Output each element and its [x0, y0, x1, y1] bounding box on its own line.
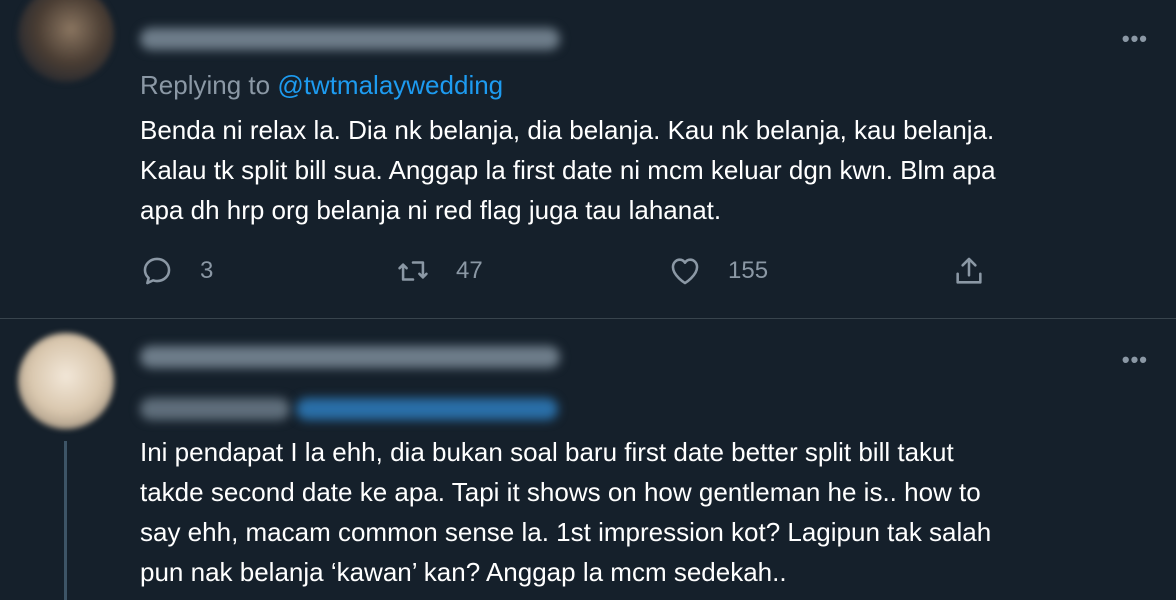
like-count: 155: [728, 257, 769, 284]
timeline: ••• Replying to @twtmalaywedding Benda n…: [0, 0, 1176, 600]
heart-icon: [671, 258, 699, 285]
retweet-count: 47: [456, 257, 483, 284]
tweet-text-line: Kalau tk split bill sua. Anggap la first…: [140, 155, 996, 185]
thread-line: [64, 441, 67, 600]
redacted-replying-label: [140, 398, 290, 420]
retweet-icon: [398, 261, 428, 281]
tweet-text-line: Ini pendapat I la ehh, dia bukan soal ba…: [140, 437, 954, 467]
tweet-text-line: pun nak belanja ‘kawan’ kan? Anggap la m…: [140, 557, 787, 587]
share-button[interactable]: [952, 254, 1012, 288]
avatar[interactable]: [18, 0, 114, 82]
more-icon[interactable]: •••: [1122, 28, 1148, 50]
avatar[interactable]: [18, 333, 114, 429]
replying-to-label: Replying to: [140, 70, 278, 100]
replying-to: Replying to @twtmalaywedding: [140, 70, 503, 101]
redacted-replying-handle: [296, 398, 558, 420]
tweet-actions: 3 47 155: [140, 254, 1000, 294]
tweet-text-line: takde second date ke apa. Tapi it shows …: [140, 477, 981, 507]
tweet-text-line: Benda ni relax la. Dia nk belanja, dia b…: [140, 115, 995, 145]
more-icon[interactable]: •••: [1122, 349, 1148, 371]
tweet-text: Ini pendapat I la ehh, dia bukan soal ba…: [140, 432, 991, 592]
replying-to-handle[interactable]: @twtmalaywedding: [277, 70, 503, 100]
reply-button[interactable]: 3: [140, 254, 213, 288]
redacted-user-name: [140, 346, 560, 368]
reply-count: 3: [200, 257, 214, 284]
tweet-text: Benda ni relax la. Dia nk belanja, dia b…: [140, 110, 996, 230]
share-icon: [956, 257, 982, 284]
reply-icon: [143, 257, 171, 285]
retweet-button[interactable]: 47: [396, 254, 483, 288]
tweet-text-line: say ehh, macam common sense la. 1st impr…: [140, 517, 992, 547]
tweet-text-line: apa dh hrp org belanja ni red flag juga …: [140, 195, 722, 225]
like-button[interactable]: 155: [668, 254, 768, 288]
tweet-1[interactable]: ••• Replying to @twtmalaywedding Benda n…: [0, 0, 1176, 319]
redacted-user-name: [140, 28, 560, 50]
